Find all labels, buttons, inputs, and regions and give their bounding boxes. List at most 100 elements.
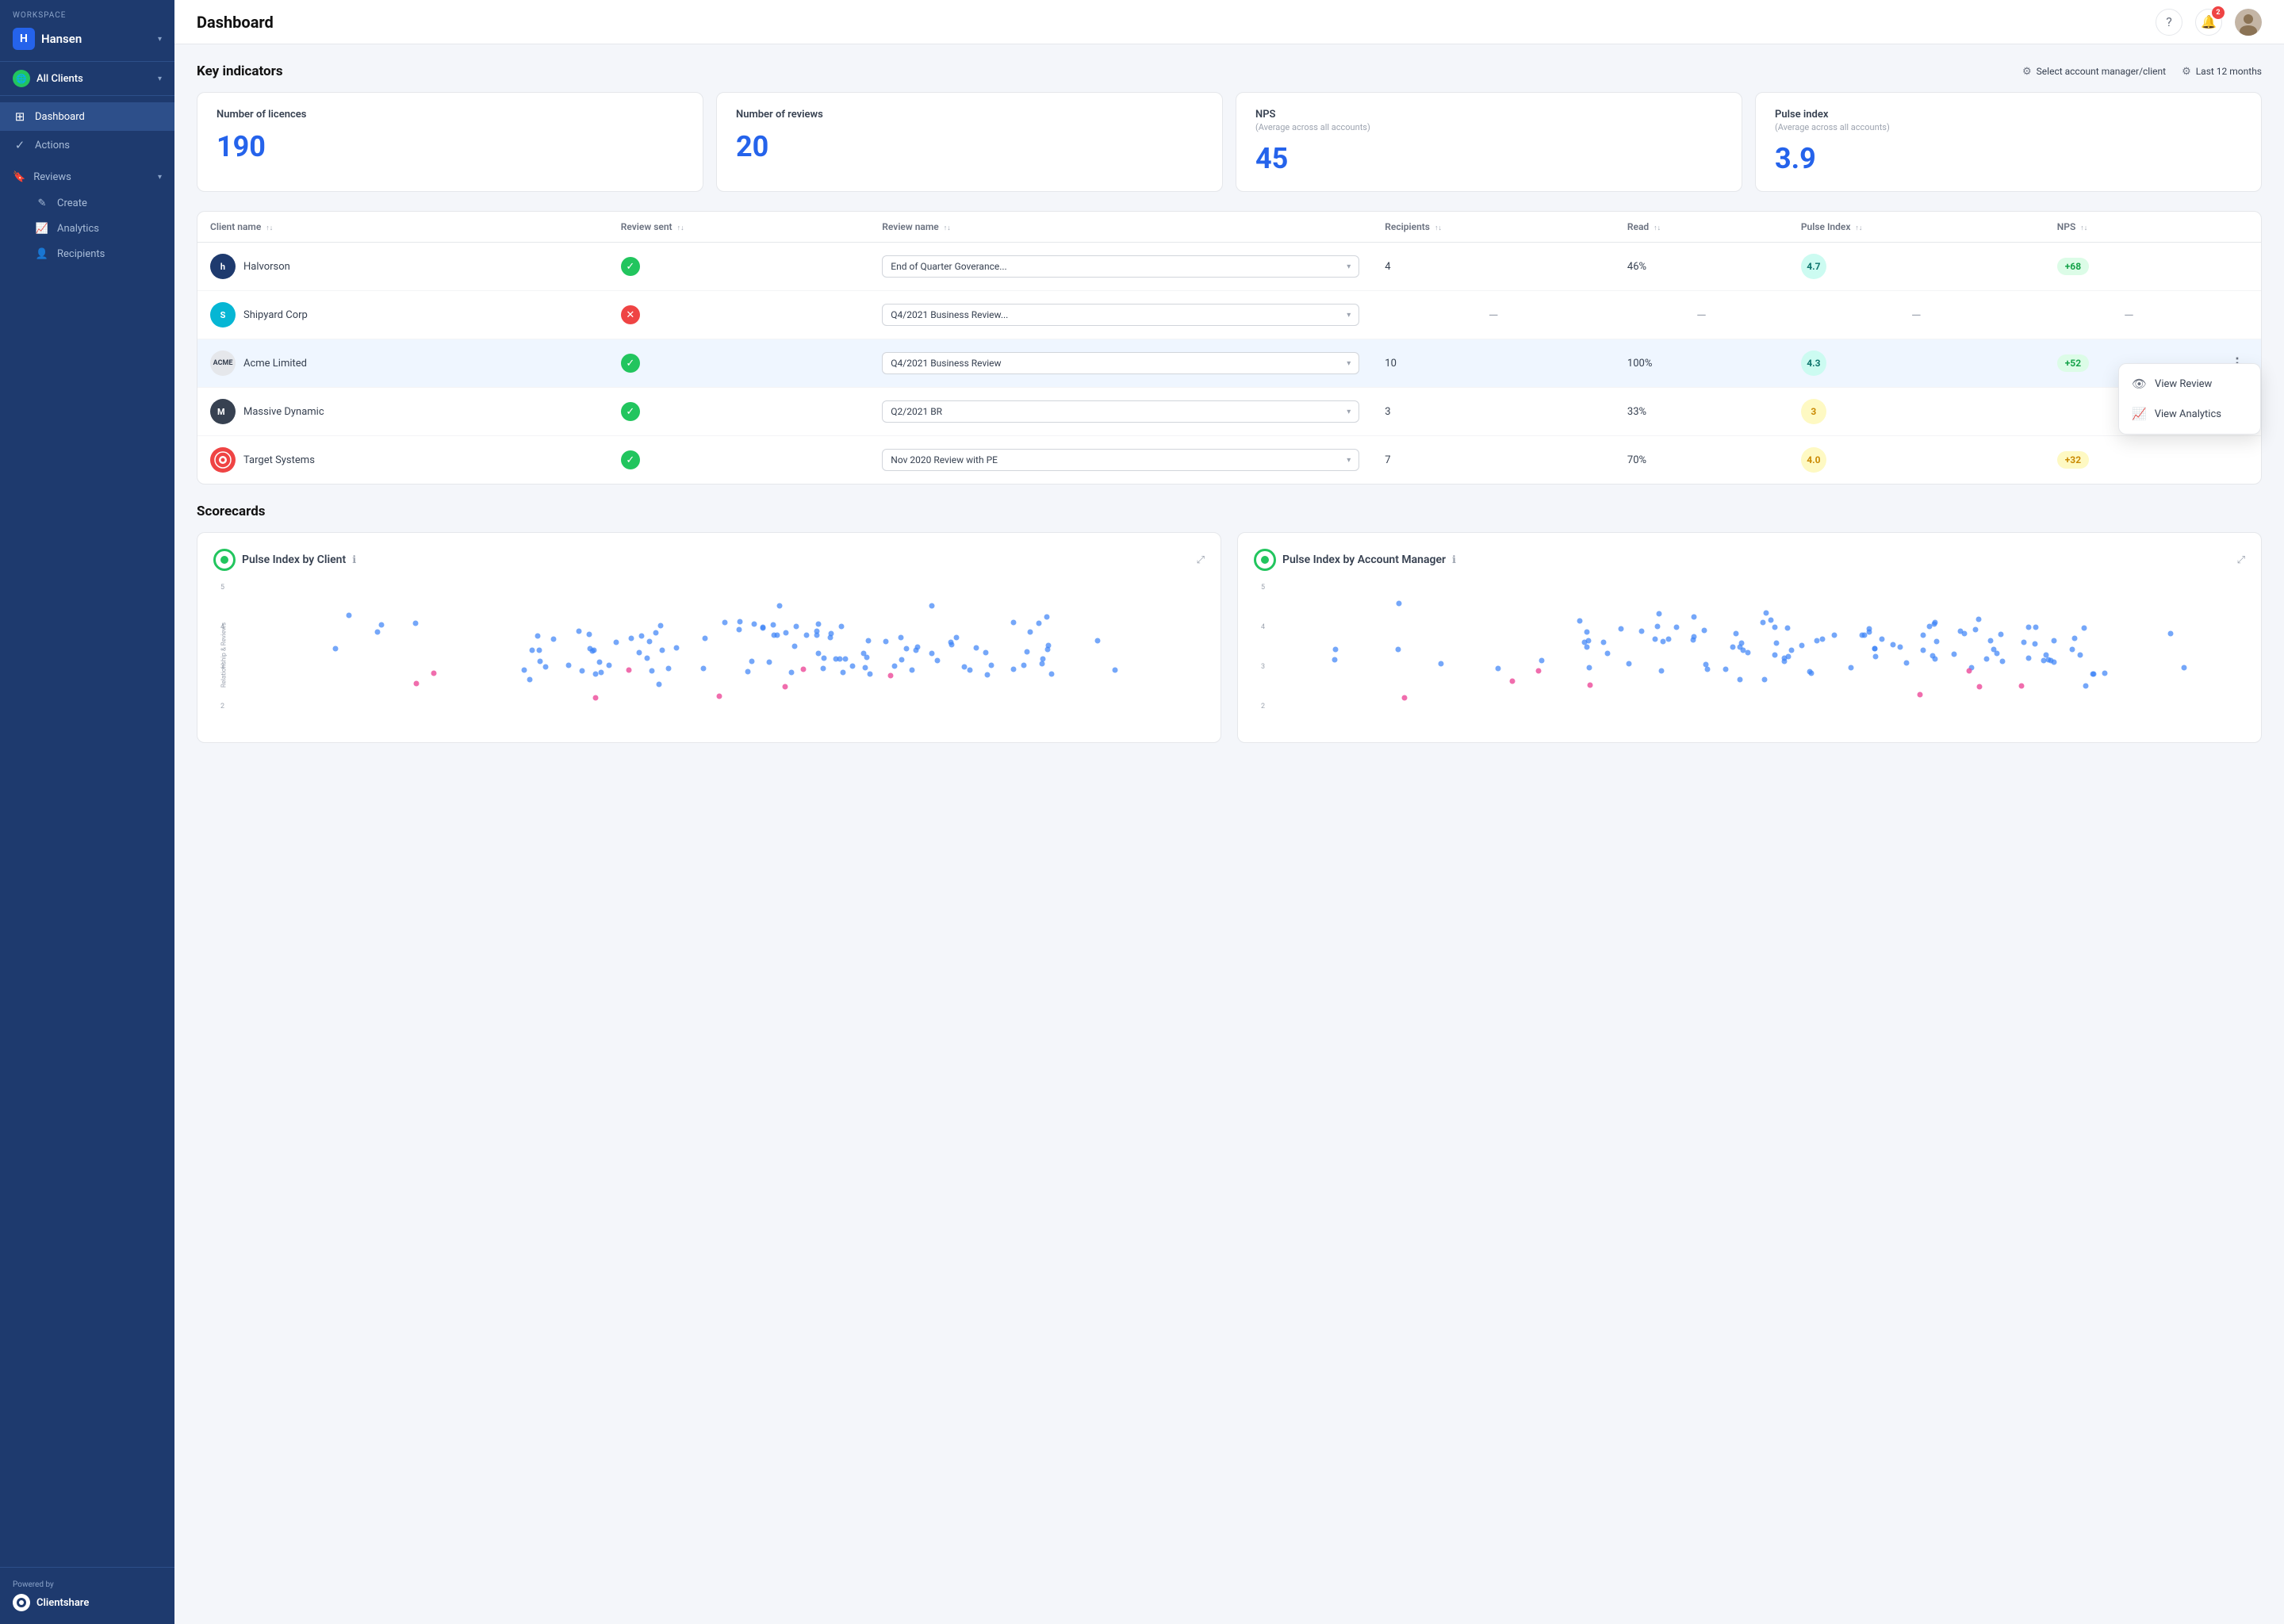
table-row: M Massive Dynamic ✓ Q2/2021 BR ▾ [197, 388, 2261, 436]
nps-badge-halvorson: +68 [2057, 258, 2089, 275]
scorecard-header-manager: Pulse Index by Account Manager ℹ ⤢ [1254, 549, 2245, 571]
clientshare-icon [13, 1594, 30, 1611]
help-button[interactable]: ? [2156, 9, 2182, 36]
scorecard-dot-client [220, 556, 228, 564]
notification-badge: 2 [2212, 6, 2225, 19]
table-row: S Shipyard Corp ✕ Q4/2021 Business Revie… [197, 291, 2261, 339]
scatter-chart-manager: 5432 [1254, 584, 2245, 726]
nps-badge-target: +32 [2057, 451, 2089, 469]
info-icon-client[interactable]: ℹ [352, 554, 356, 566]
sidebar-item-actions[interactable]: ✓ Actions [0, 131, 174, 159]
cell-pulse-shipyard: — [1788, 291, 2044, 339]
sort-icon-read: ↑↓ [1654, 224, 1661, 232]
sidebar-item-create[interactable]: ✎ Create [35, 190, 174, 216]
col-client[interactable]: Client name ↑↓ [197, 212, 608, 243]
cell-read-shipyard: — [1615, 291, 1788, 339]
notifications-button[interactable]: 🔔 2 [2195, 9, 2222, 36]
sidebar-item-recipients[interactable]: 👤 Recipients [35, 241, 174, 266]
scorecard-pulse-client: Pulse Index by Client ℹ ⤢ 5432 Relations… [197, 532, 1221, 743]
sort-icon-recipients: ↑↓ [1435, 224, 1442, 232]
brand-selector[interactable]: H Hansen ▾ [0, 23, 174, 62]
col-read[interactable]: Read ↑↓ [1615, 212, 1788, 243]
scorecards-grid: Pulse Index by Client ℹ ⤢ 5432 Relations… [197, 532, 2262, 743]
filter-icon-period: ⚙ [2182, 66, 2191, 78]
dropdown-view-review-label: View Review [2155, 378, 2212, 390]
cell-pulse-massive: 3 [1788, 388, 2044, 436]
cell-nps-halvorson: +68 [2044, 243, 2213, 291]
period-filter-button[interactable]: ⚙ Last 12 months [2182, 66, 2262, 78]
col-pulse-index[interactable]: Pulse Index ↑↓ [1788, 212, 2044, 243]
avatar-acme: ACME [210, 350, 236, 376]
review-select-acme[interactable]: Q4/2021 Business Review ▾ [882, 352, 1359, 374]
kpi-value-licences: 190 [217, 130, 684, 163]
section-filters: ⚙ Select account manager/client ⚙ Last 1… [2022, 66, 2262, 78]
sidebar-item-label-dashboard: Dashboard [35, 111, 85, 123]
status-check-target: ✓ [621, 450, 640, 469]
sort-icon-nps: ↑↓ [2080, 224, 2087, 232]
client-name-massive: Massive Dynamic [243, 406, 324, 418]
col-recipients[interactable]: Recipients ↑↓ [1372, 212, 1615, 243]
review-select-massive[interactable]: Q2/2021 BR ▾ [882, 400, 1359, 423]
account-filter-button[interactable]: ⚙ Select account manager/client [2022, 66, 2166, 78]
kpi-label-pulse: Pulse index [1775, 109, 2242, 121]
cell-review-sent-halvorson: ✓ [608, 243, 870, 291]
review-select-text-massive: Q2/2021 BR [891, 406, 942, 417]
sidebar: WORKSPACE H Hansen ▾ 🌐 All Clients ▾ ⊞ D… [0, 0, 174, 1624]
status-check-acme: ✓ [621, 354, 640, 373]
sidebar-item-analytics[interactable]: 📈 Analytics [35, 216, 174, 241]
cell-nps-shipyard: — [2044, 291, 2213, 339]
scorecard-title-manager: Pulse Index by Account Manager [1282, 553, 1446, 566]
review-select-target[interactable]: Nov 2020 Review with PE ▾ [882, 449, 1359, 471]
reviews-label: Reviews [33, 171, 150, 183]
sidebar-item-dashboard[interactable]: ⊞ Dashboard [0, 102, 174, 131]
col-review-sent[interactable]: Review sent ↑↓ [608, 212, 870, 243]
sidebar-item-reviews[interactable]: 🔖 Reviews ▾ [0, 164, 174, 190]
col-review-name[interactable]: Review name ↑↓ [869, 212, 1372, 243]
sort-icon-review-sent: ↑↓ [677, 224, 684, 232]
cell-read-halvorson: 46% [1615, 243, 1788, 291]
col-nps[interactable]: NPS ↑↓ [2044, 212, 2213, 243]
cell-review-sent-target: ✓ [608, 436, 870, 485]
view-review-icon: 👁 [2132, 377, 2147, 391]
sidebar-nav: ⊞ Dashboard ✓ Actions 🔖 Reviews ▾ ✎ Crea… [0, 96, 174, 1567]
nps-badge-acme: +52 [2057, 354, 2089, 372]
review-select-text-acme: Q4/2021 Business Review [891, 358, 1001, 369]
clients-chevron-icon: ▾ [158, 75, 162, 83]
review-select-shipyard[interactable]: Q4/2021 Business Review... ▾ [882, 304, 1359, 326]
brand-chevron-icon: ▾ [158, 35, 162, 44]
clients-selector[interactable]: 🌐 All Clients ▾ [0, 62, 174, 96]
actions-icon: ✓ [13, 138, 27, 152]
scatter-chart-client: 5432 Relationship & Reviews [213, 584, 1205, 726]
review-select-text-target: Nov 2020 Review with PE [891, 454, 998, 465]
dropdown-view-review[interactable]: 👁 View Review [2119, 369, 2260, 399]
create-icon: ✎ [35, 196, 49, 210]
content-area: Key indicators ⚙ Select account manager/… [174, 44, 2284, 1624]
status-check-halvorson: ✓ [621, 257, 640, 276]
topbar: Dashboard ? 🔔 2 [174, 0, 2284, 44]
reviews-icon: 🔖 [13, 171, 25, 183]
user-avatar[interactable] [2235, 9, 2262, 36]
review-select-chevron-shipyard: ▾ [1347, 311, 1351, 320]
review-select-chevron-halvorson: ▾ [1347, 262, 1351, 271]
key-indicators-title: Key indicators [197, 63, 283, 79]
review-select-halvorson[interactable]: End of Quarter Goverance... ▾ [882, 255, 1359, 278]
scorecard-icon-client [213, 549, 236, 571]
scorecards-title: Scorecards [197, 504, 266, 519]
expand-icon-manager[interactable]: ⤢ [2237, 554, 2245, 566]
info-icon-manager[interactable]: ℹ [1452, 554, 1456, 566]
reviews-table: Client name ↑↓ Review sent ↑↓ Review nam… [197, 212, 2261, 484]
cell-recipients-shipyard: — [1372, 291, 1615, 339]
table-row: Target Systems ✓ Nov 2020 Review with PE… [197, 436, 2261, 485]
cell-review-sent-shipyard: ✕ [608, 291, 870, 339]
kpi-label-reviews: Number of reviews [736, 109, 1203, 121]
scorecard-dot-manager [1261, 556, 1269, 564]
kpi-sublabel-nps: (Average across all accounts) [1255, 122, 1723, 132]
expand-icon-client[interactable]: ⤢ [1197, 554, 1205, 566]
scorecard-pulse-manager: Pulse Index by Account Manager ℹ ⤢ 5432 [1237, 532, 2262, 743]
pulse-badge-acme: 4.3 [1801, 350, 1826, 376]
review-select-chevron-massive: ▾ [1347, 408, 1351, 416]
avatar-target [210, 447, 236, 473]
clients-globe-icon: 🌐 [13, 70, 30, 87]
dropdown-view-analytics[interactable]: 📈 View Analytics [2119, 399, 2260, 429]
kpi-card-nps: NPS (Average across all accounts) 45 [1236, 92, 1742, 192]
